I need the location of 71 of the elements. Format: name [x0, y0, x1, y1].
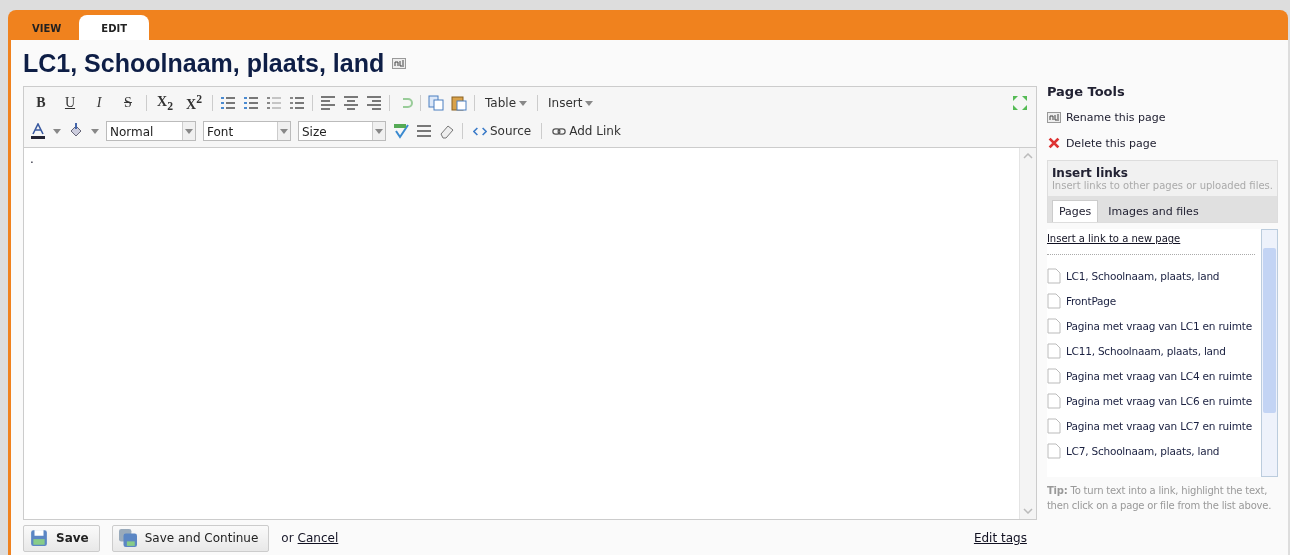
source-button[interactable]: Source — [470, 124, 535, 138]
scrollbar[interactable] — [1261, 229, 1278, 477]
tab[interactable]: Images and files — [1102, 200, 1205, 222]
floppy-disks-icon — [118, 529, 137, 547]
text-color-icon[interactable] — [30, 123, 46, 139]
delete-link[interactable]: Delete this page — [1065, 136, 1157, 150]
format-button[interactable]: B — [30, 95, 52, 111]
cancel-link[interactable]: Cancel — [297, 531, 339, 545]
copy-icon[interactable] — [428, 95, 444, 111]
scrollbar[interactable] — [1018, 148, 1036, 519]
delete-icon — [1046, 136, 1061, 150]
tab[interactable]: Pages — [1051, 200, 1099, 222]
caret-icon — [375, 128, 383, 134]
page-link[interactable]: Pagina met vraag van LC7 en ruimte — [1065, 419, 1252, 432]
page-link[interactable]: LC1, Schoolnaam, plaats, land — [1065, 269, 1220, 282]
format-button[interactable]: X$^{2}$ — [183, 93, 205, 113]
tip-text: Tip: To turn text into a link, highlight the text, then click on a page or file from the list above. — [1046, 484, 1273, 513]
rename-icon — [1046, 111, 1061, 123]
chain-link-icon — [552, 126, 567, 136]
edit-tags-link[interactable]: Edit tags — [973, 531, 1027, 545]
line-list-icon[interactable] — [416, 123, 432, 139]
page-link[interactable]: LC7, Schoolnaam, plaats, land — [1065, 444, 1220, 457]
tab[interactable]: VIEW — [18, 15, 76, 40]
caret-icon — [519, 100, 528, 106]
page-link[interactable]: LC11, Schoolnaam, plaats, land — [1065, 344, 1226, 357]
align-right-icon[interactable] — [366, 95, 382, 111]
format-button[interactable]: X$_{2}$ — [154, 93, 176, 113]
spellcheck-icon[interactable] — [393, 123, 409, 139]
insert-menu[interactable]: Insert — [545, 96, 597, 110]
panel-subtitle: Insert links to other pages or uploaded files. — [1050, 180, 1274, 193]
caret-icon[interactable] — [53, 128, 61, 134]
bulleted-list-icon[interactable] — [220, 95, 236, 111]
table-menu[interactable]: Table — [482, 96, 531, 110]
page-link[interactable]: Pagina met vraag van LC1 en ruimte — [1065, 319, 1252, 332]
format-button[interactable]: U — [59, 95, 81, 111]
caret-icon — [585, 100, 594, 106]
paste-icon[interactable] — [451, 95, 467, 111]
sidebar-title: Page Tools — [1046, 84, 1126, 101]
page-link[interactable]: Pagina met vraag van LC6 en ruimte — [1065, 394, 1252, 407]
caret-icon — [185, 128, 193, 134]
dropdown-field[interactable]: Normal — [106, 121, 196, 141]
panel-title: Insert links — [1050, 165, 1129, 180]
scroll-down-icon[interactable] — [1022, 508, 1033, 514]
numbered-list-icon[interactable] — [243, 95, 259, 111]
page-link[interactable]: Pagina met vraag van LC4 en ruimte — [1065, 369, 1252, 382]
save-and-continue-button[interactable]: Save and Continue — [111, 524, 270, 552]
rename-icon[interactable] — [392, 57, 407, 69]
save-button[interactable]: Save — [23, 524, 100, 552]
editor-text-area[interactable]: . — [24, 148, 1019, 519]
add-link-button[interactable]: Add Link — [549, 124, 624, 138]
align-center-icon[interactable] — [343, 95, 359, 111]
caret-icon[interactable] — [91, 128, 99, 134]
eraser-icon[interactable] — [439, 123, 455, 139]
align-left-icon[interactable] — [320, 95, 336, 111]
page-link[interactable]: FrontPage — [1065, 294, 1117, 307]
format-button[interactable]: I — [88, 95, 110, 111]
page-title: LC1, Schoolnaam, plaats, land — [23, 48, 385, 78]
or-label: or — [281, 531, 294, 545]
format-button[interactable]: S — [117, 95, 139, 111]
indent-icon[interactable] — [289, 95, 305, 111]
expand-icon[interactable] — [1011, 95, 1028, 111]
scroll-up-icon[interactable] — [1022, 153, 1033, 159]
outdent-icon[interactable] — [266, 95, 282, 111]
new-page-link[interactable]: Insert a link to a new page — [1046, 229, 1261, 254]
caret-icon — [280, 128, 288, 134]
dropdown-field[interactable]: Size — [298, 121, 386, 141]
paint-bucket-icon[interactable] — [68, 123, 84, 139]
tab[interactable]: EDIT — [79, 15, 149, 40]
rename-link[interactable]: Rename this page — [1065, 110, 1166, 124]
dropdown-field[interactable]: Font — [203, 121, 291, 141]
code-brackets-icon — [473, 126, 487, 136]
